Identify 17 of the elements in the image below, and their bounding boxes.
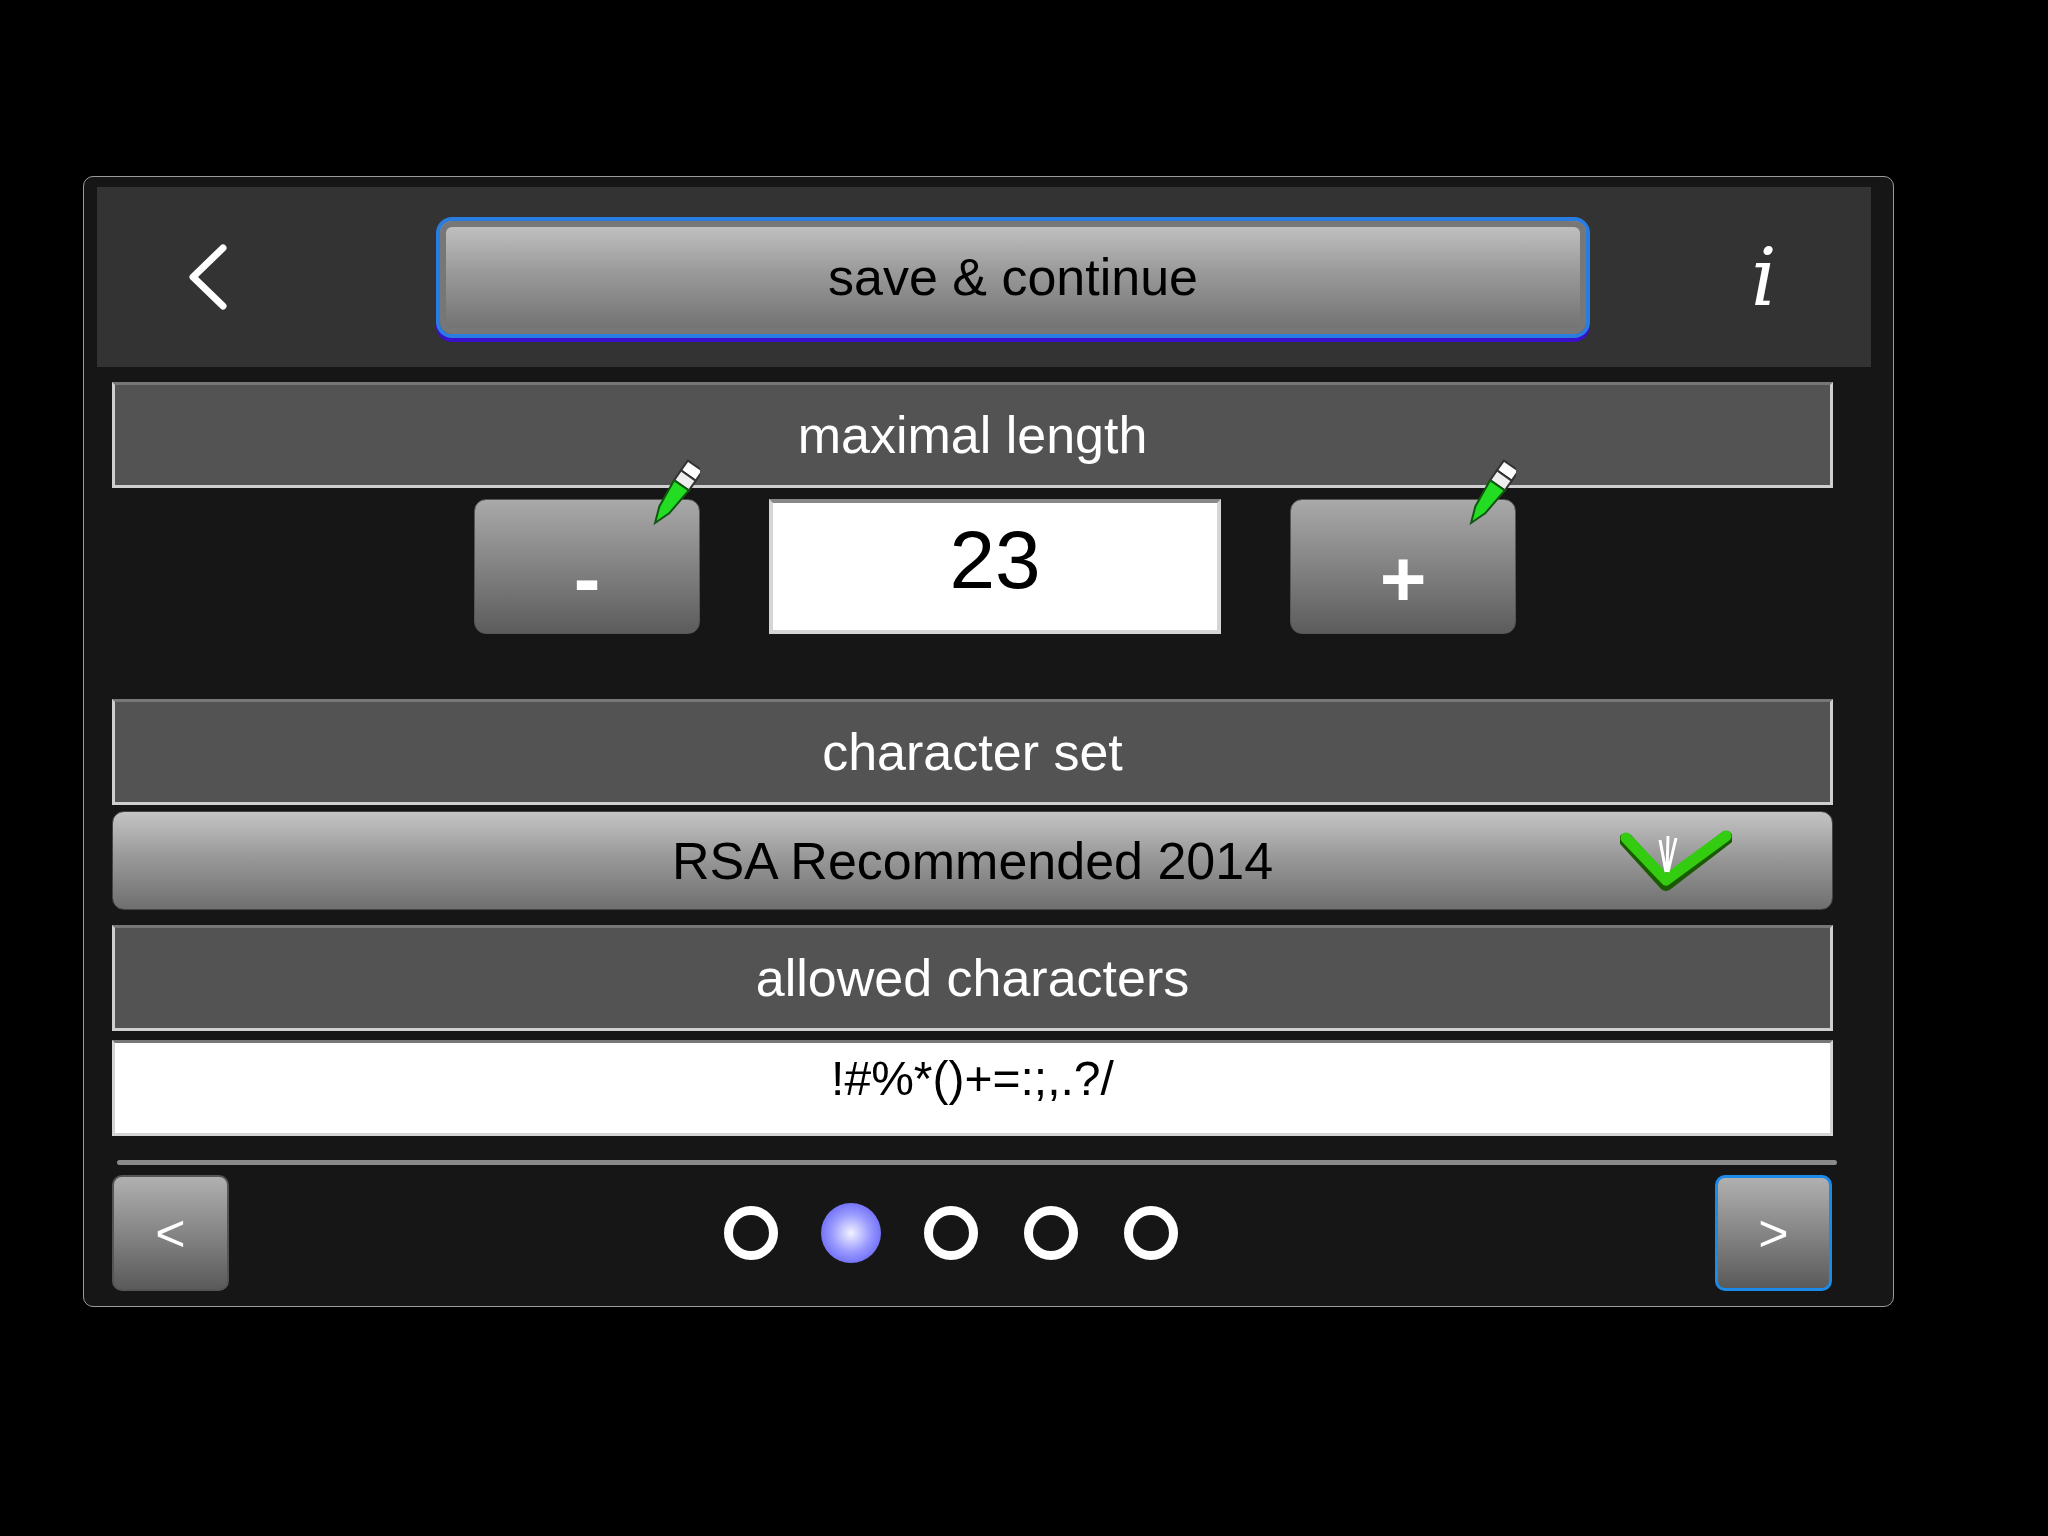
page-dot[interactable] [724, 1206, 778, 1260]
charset-dropdown[interactable]: RSA Recommended 2014 [112, 811, 1833, 910]
increment-button[interactable]: + [1290, 499, 1516, 634]
page-dot[interactable] [924, 1206, 978, 1260]
page-dot[interactable] [1124, 1206, 1178, 1260]
section-header: character set [112, 699, 1833, 805]
previous-button[interactable]: < [112, 1175, 229, 1291]
info-button[interactable]: i [1751, 230, 1777, 324]
length-field[interactable]: 23 [769, 499, 1221, 634]
next-button[interactable]: > [1715, 1175, 1832, 1291]
page-dot[interactable] [1024, 1206, 1078, 1260]
page-dot[interactable] [821, 1203, 881, 1263]
section-header: maximal length [112, 382, 1833, 488]
allowed-characters-field[interactable]: !#%*()+=:;,.?/ [112, 1040, 1833, 1136]
section-header: allowed characters [112, 925, 1833, 1031]
chevron-down-icon [1620, 830, 1732, 894]
decrement-button[interactable]: - [474, 499, 700, 634]
